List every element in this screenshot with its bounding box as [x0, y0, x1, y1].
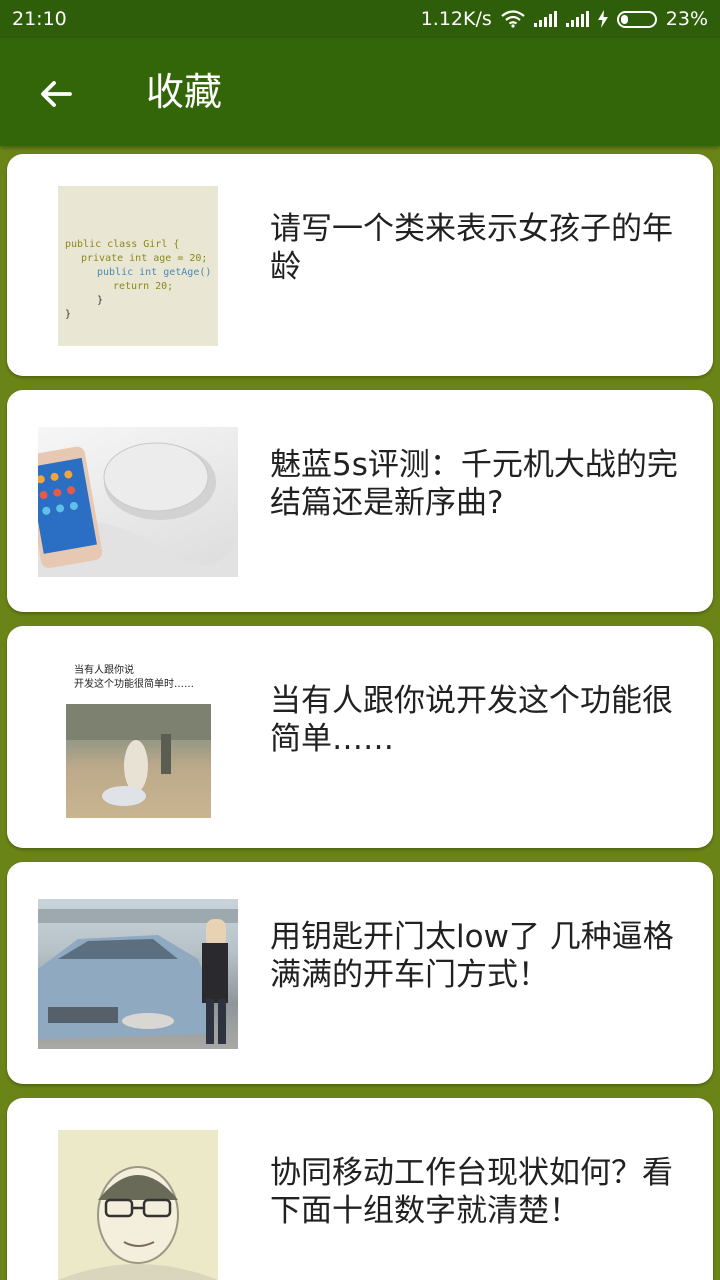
signal-icon-2	[565, 11, 589, 27]
back-button[interactable]	[28, 66, 84, 122]
car-illustration	[38, 909, 238, 1044]
code-snippet-image: public class Girl {private int age = 20;…	[58, 186, 218, 346]
favorite-item[interactable]: 用钥匙开门太low了 几种逼格满满的开车门方式！	[7, 862, 713, 1084]
battery-icon	[616, 10, 657, 28]
arrow-left-icon	[41, 81, 72, 107]
signal-icon	[533, 11, 557, 27]
meme-caption: 当有人跟你说 开发这个功能很简单时……	[74, 665, 194, 690]
portrait-illustration	[58, 1166, 218, 1280]
status-indicators: 1.12K/s 23%	[421, 8, 708, 30]
favorite-item[interactable]: 魅蓝5s评测：千元机大战的完结篇还是新序曲?	[7, 390, 713, 612]
wifi-icon	[501, 10, 525, 28]
meme-photo	[66, 704, 211, 818]
network-speed: 1.12K/s	[420, 8, 492, 30]
page-title: 收藏	[146, 70, 223, 114]
favorite-title: 魅蓝5s评测：千元机大战的完结篇还是新序曲?	[270, 447, 678, 521]
portrait-sketch-image	[58, 1130, 218, 1280]
favorite-title: 请写一个类来表示女孩子的年龄	[270, 211, 673, 285]
battery-percent: 23%	[665, 8, 708, 30]
phone-and-speaker-image	[38, 427, 238, 577]
app-bar: 收藏	[0, 38, 720, 146]
favorite-title: 当有人跟你说开发这个功能很简单……	[270, 683, 673, 757]
battery-fill	[620, 14, 629, 24]
meme-image: 当有人跟你说 开发这个功能很简单时……	[66, 658, 211, 818]
charging-icon	[597, 10, 608, 28]
favorites-list[interactable]: public class Girl {private int age = 20;…	[0, 146, 720, 1280]
car-and-woman-image	[38, 899, 238, 1049]
phone-speaker-illustration	[38, 442, 238, 577]
status-time: 21:10	[12, 8, 67, 30]
favorite-item[interactable]: 协同移动工作台现状如何？看下面十组数字就清楚！	[7, 1098, 713, 1280]
favorite-title: 用钥匙开门太low了 几种逼格满满的开车门方式！	[270, 919, 674, 993]
status-bar: 21:10 1.12K/s 23%	[0, 0, 720, 38]
code-snippet: public class Girl {private int age = 20;…	[65, 239, 218, 320]
favorite-title: 协同移动工作台现状如何？看下面十组数字就清楚！	[270, 1155, 673, 1229]
favorite-item[interactable]: 当有人跟你说 开发这个功能很简单时…… 当有人跟你说开发这个功能很简单……	[7, 626, 713, 848]
favorite-item[interactable]: public class Girl {private int age = 20;…	[7, 154, 713, 376]
